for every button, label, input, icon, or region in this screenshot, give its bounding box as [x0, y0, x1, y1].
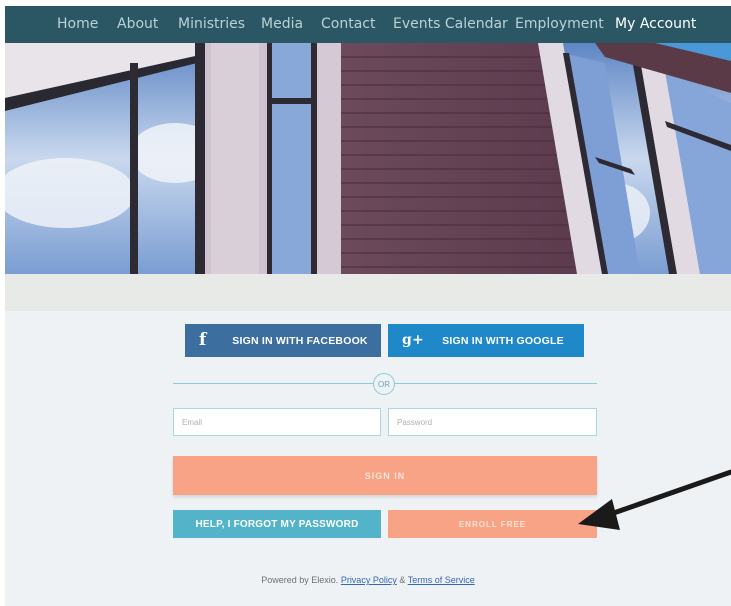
nav-item-employment[interactable]: Employment [515, 16, 604, 32]
powered-by-text: Powered by Elexio. [261, 575, 339, 585]
privacy-policy-link[interactable]: Privacy Policy [341, 575, 397, 585]
terms-of-service-link[interactable]: Terms of Service [408, 575, 475, 585]
password-field[interactable] [388, 408, 597, 436]
sign-in-button[interactable]: SIGN IN [173, 456, 597, 495]
hero-bottom-band [5, 274, 731, 311]
nav-item-events-calendar[interactable]: Events Calendar [393, 16, 508, 32]
footer-text: Powered by Elexio. Privacy Policy & Term… [5, 575, 731, 585]
email-field[interactable] [173, 408, 381, 436]
facebook-button-label: SIGN IN WITH FACEBOOK [232, 334, 368, 347]
nav-item-home[interactable]: Home [57, 16, 98, 32]
facebook-icon: f [199, 330, 207, 350]
or-separator: OR [373, 373, 395, 395]
sign-in-facebook-button[interactable]: f SIGN IN WITH FACEBOOK [185, 324, 381, 357]
nav-item-media[interactable]: Media [261, 16, 303, 32]
footer-ampersand: & [399, 575, 406, 585]
nav-item-contact[interactable]: Contact [321, 16, 375, 32]
nav-item-ministries[interactable]: Ministries [178, 16, 245, 32]
google-plus-icon: g+ [402, 332, 424, 348]
google-button-label: SIGN IN WITH GOOGLE [442, 334, 564, 347]
hero-image [5, 43, 731, 274]
enroll-free-button[interactable]: ENROLL FREE [388, 510, 597, 538]
nav-item-my-account[interactable]: My Account [615, 16, 696, 32]
building-illustration [5, 43, 731, 274]
sign-in-google-button[interactable]: g+ SIGN IN WITH GOOGLE [388, 324, 584, 357]
page-frame: Home About Ministries Media Contact Even… [5, 6, 731, 606]
main-nav: Home About Ministries Media Contact Even… [5, 6, 731, 43]
forgot-password-button[interactable]: HELP, I FORGOT MY PASSWORD [173, 510, 381, 538]
nav-item-about[interactable]: About [117, 16, 158, 32]
login-panel: f SIGN IN WITH FACEBOOK g+ SIGN IN WITH … [5, 311, 731, 606]
